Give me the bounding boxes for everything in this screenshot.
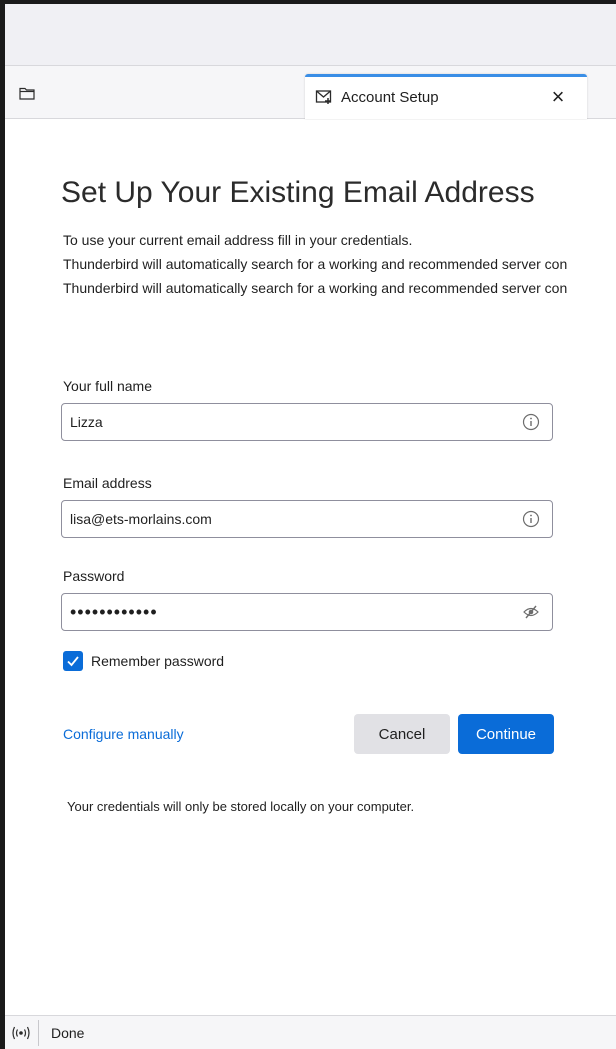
check-icon [67,656,79,667]
credentials-note: Your credentials will only be stored loc… [67,799,415,814]
continue-button[interactable]: Continue [458,714,554,754]
password-input[interactable] [62,594,502,630]
tab-close-button[interactable]: × [545,83,571,111]
email-field-container [61,500,553,538]
account-setup-icon [315,90,332,104]
status-bar: Done [5,1015,616,1049]
description-line: To use your current email address fill i… [63,232,413,248]
password-label: Password [63,568,125,584]
tab-bar: Account Setup × [5,66,616,119]
description-line: Thunderbird will automatically search fo… [63,256,568,272]
status-text: Done [51,1025,85,1041]
remember-password-row[interactable]: Remember password [63,650,224,672]
status-divider [38,1020,39,1046]
info-icon[interactable] [522,413,540,431]
password-field-container [61,593,553,631]
eye-slash-icon[interactable] [522,603,540,621]
email-label: Email address [63,475,152,491]
full-name-field-container [61,403,553,441]
online-status-icon[interactable] [11,1024,31,1042]
folder-button[interactable] [15,81,39,105]
title-bar [5,4,616,66]
full-name-input[interactable] [62,404,502,440]
folder-icon [19,87,35,100]
app-window: Account Setup × Set Up Your Existing Ema… [0,0,616,1049]
remember-password-checkbox[interactable] [63,651,83,671]
remember-password-label: Remember password [91,653,225,669]
email-input[interactable] [62,501,502,537]
cancel-button[interactable]: Cancel [354,714,450,754]
full-name-label: Your full name [63,378,152,394]
info-icon[interactable] [522,510,540,528]
tab-label: Account Setup [341,89,439,106]
account-setup-panel: Set Up Your Existing Email Address To us… [5,120,616,1015]
page-title: Set Up Your Existing Email Address [61,176,535,209]
description-line: Thunderbird will automatically search fo… [63,280,568,296]
tab-account-setup[interactable]: Account Setup × [305,74,587,119]
configure-manually-link[interactable]: Configure manually [63,726,184,742]
